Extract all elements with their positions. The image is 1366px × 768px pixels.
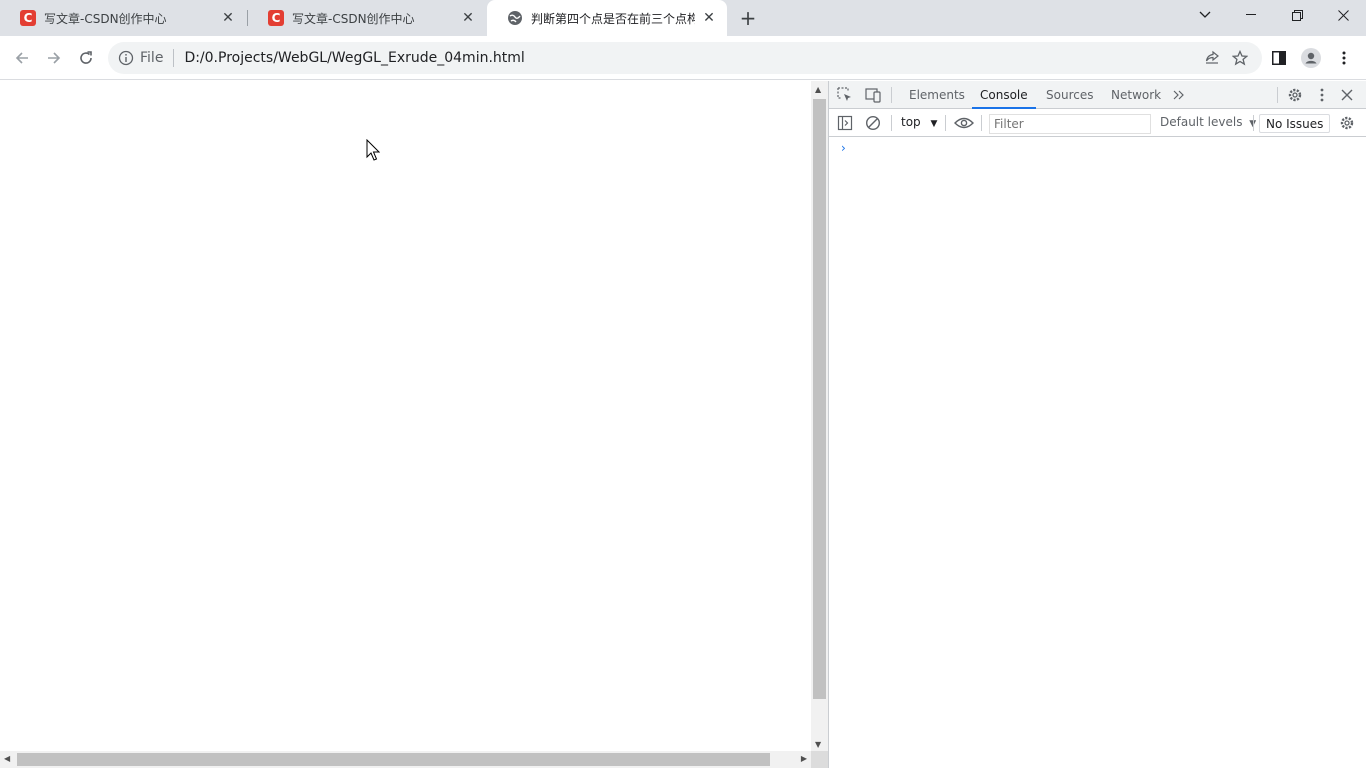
devtools-panel: Elements Console Sources Network top ▼ F… [828,81,1366,768]
clear-console-icon[interactable] [865,115,881,131]
tab-strip: C 写文章-CSDN创作中心 ✕ C 写文章-CSDN创作中心 ✕ 判断第四个点… [0,0,1366,36]
csdn-favicon-icon: C [20,10,36,26]
close-devtools-icon[interactable] [1339,87,1355,103]
scroll-left-icon[interactable]: ◀ [4,754,10,763]
tab-title: 判断第四个点是否在前三个点构成 [531,11,695,26]
close-window-button[interactable] [1320,0,1366,30]
log-levels-dropdown[interactable]: Default levels ▼ [1160,115,1256,129]
devtools-settings-gear-icon[interactable] [1287,87,1303,103]
scroll-up-icon[interactable]: ▲ [815,85,821,94]
divider [891,87,892,103]
close-tab-icon[interactable]: ✕ [701,10,717,26]
tab-title: 写文章-CSDN创作中心 [292,11,415,26]
console-settings-gear-icon[interactable] [1339,115,1355,131]
console-filter-input[interactable] [989,114,1151,134]
tab-sources[interactable]: Sources [1038,81,1101,109]
share-icon[interactable] [1204,50,1220,66]
divider [1277,87,1278,103]
console-toolbar: top ▼ Default levels ▼ No Issues [829,109,1366,137]
divider [1253,115,1254,131]
profile-button[interactable] [1299,46,1323,70]
minimize-icon [1246,14,1256,15]
divider [945,115,946,131]
info-icon[interactable] [118,50,134,66]
devtools-menu-icon[interactable] [1314,87,1330,103]
tab-network[interactable]: Network [1103,81,1169,109]
scheme-label: File [140,50,164,66]
browser-tab-active[interactable]: 判断第四个点是否在前三个点构成 ✕ [487,0,727,36]
address-bar[interactable]: File D:/0.Projects/WebGL/WegGL_Exrude_04… [108,42,1262,74]
browser-tab[interactable]: C 写文章-CSDN创作中心 ✕ [248,0,486,36]
forward-button[interactable] [42,46,66,70]
arrow-left-icon [15,52,28,64]
more-tabs-chevron-icon[interactable] [1171,87,1187,103]
close-icon [1337,9,1349,21]
browser-toolbar: File D:/0.Projects/WebGL/WegGL_Exrude_04… [0,36,1366,80]
log-levels-label: Default levels [1160,115,1243,129]
scrollbar-corner [811,751,828,768]
close-tab-icon[interactable]: ✕ [220,10,236,26]
reload-icon [80,51,92,64]
side-panel-button[interactable] [1267,46,1291,70]
live-expression-eye-icon[interactable] [953,115,975,131]
avatar-icon [1301,48,1321,68]
restore-button[interactable] [1274,0,1320,30]
divider [981,115,982,131]
new-tab-button[interactable]: + [738,8,758,28]
context-label: top [901,115,921,129]
url-text[interactable]: D:/0.Projects/WebGL/WegGL_Exrude_04min.h… [184,50,524,66]
back-button[interactable] [10,46,34,70]
side-panel-icon [1272,51,1286,65]
browser-tab[interactable]: C 写文章-CSDN创作中心 ✕ [0,0,246,36]
restore-icon [1291,9,1303,21]
mouse-cursor-icon [366,139,380,161]
page-viewport[interactable] [0,81,828,768]
divider [891,115,892,131]
divider [173,49,175,67]
scrollbar-thumb[interactable] [17,753,770,766]
bookmark-star-icon[interactable] [1232,50,1248,66]
minimize-button[interactable] [1228,0,1274,30]
scrollbar-thumb[interactable] [813,99,826,699]
globe-icon [508,11,522,25]
device-toolbar-icon[interactable] [865,87,881,103]
dropdown-arrow-icon: ▼ [930,119,938,129]
tab-title: 写文章-CSDN创作中心 [44,11,167,26]
horizontal-scrollbar[interactable]: ◀ ▶ [0,751,811,768]
csdn-favicon-icon: C [268,10,284,26]
reload-button[interactable] [74,46,98,70]
kebab-menu-icon [1342,51,1346,65]
chevron-down-icon [1199,11,1211,18]
console-prompt[interactable]: › [841,141,846,155]
inspect-element-icon[interactable] [837,87,853,103]
close-tab-icon[interactable]: ✕ [460,10,476,26]
issues-button[interactable]: No Issues [1259,114,1331,133]
devtools-tabbar: Elements Console Sources Network [829,81,1366,109]
arrow-right-icon [48,52,61,64]
context-selector[interactable]: top ▼ [901,115,937,129]
tab-search-button[interactable] [1182,0,1228,30]
chrome-menu-button[interactable] [1332,46,1356,70]
tab-console[interactable]: Console [972,81,1036,109]
scroll-down-icon[interactable]: ▼ [815,740,821,749]
console-sidebar-icon[interactable] [837,115,853,131]
tab-elements[interactable]: Elements [901,81,973,109]
scroll-right-icon[interactable]: ▶ [801,754,807,763]
vertical-scrollbar[interactable]: ▲ ▼ [811,81,828,751]
